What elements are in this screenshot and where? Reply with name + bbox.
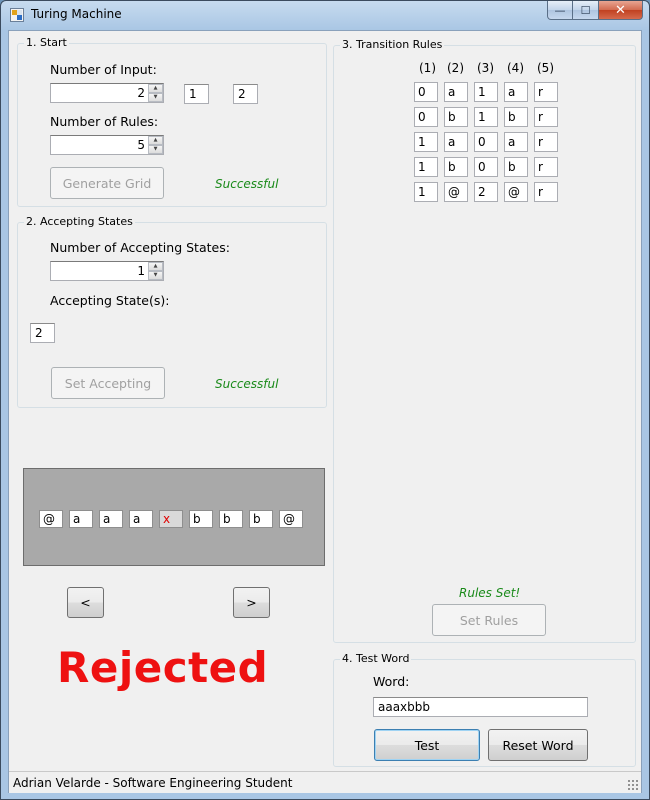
tape-cell: @ xyxy=(39,510,63,528)
test-group: 4. Test Word Word: aaaxbbb Test Reset Wo… xyxy=(333,652,636,767)
app-window: Turing Machine — ☐ ✕ 1. Start Number of … xyxy=(0,0,650,800)
accepting-state-field[interactable]: 2 xyxy=(30,323,55,343)
resize-grip-icon[interactable] xyxy=(627,779,639,791)
result-verdict: Rejected xyxy=(57,643,269,692)
tape-right-button[interactable]: > xyxy=(233,587,270,618)
app-icon xyxy=(10,8,24,22)
tape-cell: @ xyxy=(279,510,303,528)
spin-up-icon[interactable]: ▲ xyxy=(148,262,163,271)
accepting-legend: 2. Accepting States xyxy=(24,215,135,229)
window-title: Turing Machine xyxy=(31,7,122,21)
num-input-label: Number of Input: xyxy=(50,62,157,77)
tape-cell: a xyxy=(69,510,93,528)
rule-cell[interactable]: a xyxy=(444,132,468,152)
minimize-button[interactable]: — xyxy=(547,1,573,20)
maximize-button[interactable]: ☐ xyxy=(573,1,599,20)
rule-cell[interactable]: r xyxy=(534,157,558,177)
tape-display: @ a a a x b b b @ xyxy=(23,468,325,566)
status-bar-text: Adrian Velarde - Software Engineering St… xyxy=(13,776,293,790)
tape-head-cell: x xyxy=(159,510,183,528)
num-rules-stepper[interactable]: 5 ▲ ▼ xyxy=(50,135,164,155)
set-rules-button[interactable]: Set Rules xyxy=(432,604,546,636)
rule-cell[interactable]: b xyxy=(444,157,468,177)
rule-cell[interactable]: a xyxy=(504,132,528,152)
rule-cell[interactable]: r xyxy=(534,107,558,127)
generate-grid-button[interactable]: Generate Grid xyxy=(50,167,164,199)
test-legend: 4. Test Word xyxy=(340,652,412,666)
rule-cell[interactable]: r xyxy=(534,82,558,102)
rule-cell[interactable]: a xyxy=(504,82,528,102)
accepting-group: 2. Accepting States Number of Accepting … xyxy=(17,215,327,408)
rule-cell[interactable]: r xyxy=(534,182,558,202)
accepting-states-label: Accepting State(s): xyxy=(50,293,170,308)
input-symbol-field-2[interactable]: 2 xyxy=(233,84,258,104)
rule-cell[interactable]: 1 xyxy=(414,132,438,152)
rules-legend: 3. Transition Rules xyxy=(340,38,445,52)
reset-word-button[interactable]: Reset Word xyxy=(488,729,588,761)
rule-cell[interactable]: 0 xyxy=(474,132,498,152)
close-button[interactable]: ✕ xyxy=(599,1,643,20)
rule-cell[interactable]: b xyxy=(504,107,528,127)
rule-cell[interactable]: 1 xyxy=(414,157,438,177)
rules-group: 3. Transition Rules Rules Set! Set Rules… xyxy=(333,38,636,643)
rule-cell[interactable]: 0 xyxy=(474,157,498,177)
rule-cell[interactable]: a xyxy=(444,82,468,102)
rule-cell[interactable]: 1 xyxy=(474,82,498,102)
maximize-icon: ☐ xyxy=(580,3,591,17)
num-rules-value: 5 xyxy=(137,138,145,152)
rule-cell[interactable]: 0 xyxy=(414,82,438,102)
input-symbol-field-1[interactable]: 1 xyxy=(184,84,209,104)
rule-cell[interactable]: b xyxy=(504,157,528,177)
main-form: 1. Start Number of Input: 2 ▲ ▼ 1 2 Numb… xyxy=(8,30,642,793)
spin-down-icon[interactable]: ▼ xyxy=(148,145,163,154)
tape-cell: a xyxy=(129,510,153,528)
start-status: Successful xyxy=(215,177,279,191)
num-accepting-value: 1 xyxy=(137,264,145,278)
rule-column-header: (5) xyxy=(537,61,554,75)
rule-column-header: (3) xyxy=(477,61,494,75)
spin-down-icon[interactable]: ▼ xyxy=(148,271,163,280)
rule-column-header: (2) xyxy=(447,61,464,75)
num-rules-label: Number of Rules: xyxy=(50,114,159,129)
rule-cell[interactable]: b xyxy=(444,107,468,127)
rule-cell[interactable]: 1 xyxy=(474,107,498,127)
rule-column-header: (4) xyxy=(507,61,524,75)
num-input-stepper[interactable]: 2 ▲ ▼ xyxy=(50,83,164,103)
tape-cell: b xyxy=(219,510,243,528)
rule-cell[interactable]: @ xyxy=(444,182,468,202)
status-bar: Adrian Velarde - Software Engineering St… xyxy=(9,771,641,793)
tape-cell: b xyxy=(189,510,213,528)
spin-up-icon[interactable]: ▲ xyxy=(148,136,163,145)
close-icon: ✕ xyxy=(615,2,626,18)
num-input-value: 2 xyxy=(137,86,145,100)
rule-cell[interactable]: r xyxy=(534,132,558,152)
num-accepting-label: Number of Accepting States: xyxy=(50,240,230,255)
rule-cell[interactable]: 2 xyxy=(474,182,498,202)
word-label: Word: xyxy=(373,674,410,689)
start-group: 1. Start Number of Input: 2 ▲ ▼ 1 2 Numb… xyxy=(17,36,327,207)
test-button[interactable]: Test xyxy=(374,729,480,761)
set-accepting-button[interactable]: Set Accepting xyxy=(51,367,165,399)
rules-status: Rules Set! xyxy=(459,586,521,600)
accepting-status: Successful xyxy=(215,377,279,391)
word-input[interactable]: aaaxbbb xyxy=(373,697,588,717)
minimize-icon: — xyxy=(554,3,566,17)
spin-down-icon[interactable]: ▼ xyxy=(148,93,163,102)
spin-up-icon[interactable]: ▲ xyxy=(148,84,163,93)
tape-left-button[interactable]: < xyxy=(67,587,104,618)
num-accepting-stepper[interactable]: 1 ▲ ▼ xyxy=(50,261,164,281)
rule-column-header: (1) xyxy=(419,61,436,75)
rule-cell[interactable]: 0 xyxy=(414,107,438,127)
tape-cell: a xyxy=(99,510,123,528)
title-bar[interactable]: Turing Machine — ☐ ✕ xyxy=(1,1,649,29)
rule-cell[interactable]: @ xyxy=(504,182,528,202)
start-legend: 1. Start xyxy=(24,36,69,50)
tape-cell: b xyxy=(249,510,273,528)
rule-cell[interactable]: 1 xyxy=(414,182,438,202)
